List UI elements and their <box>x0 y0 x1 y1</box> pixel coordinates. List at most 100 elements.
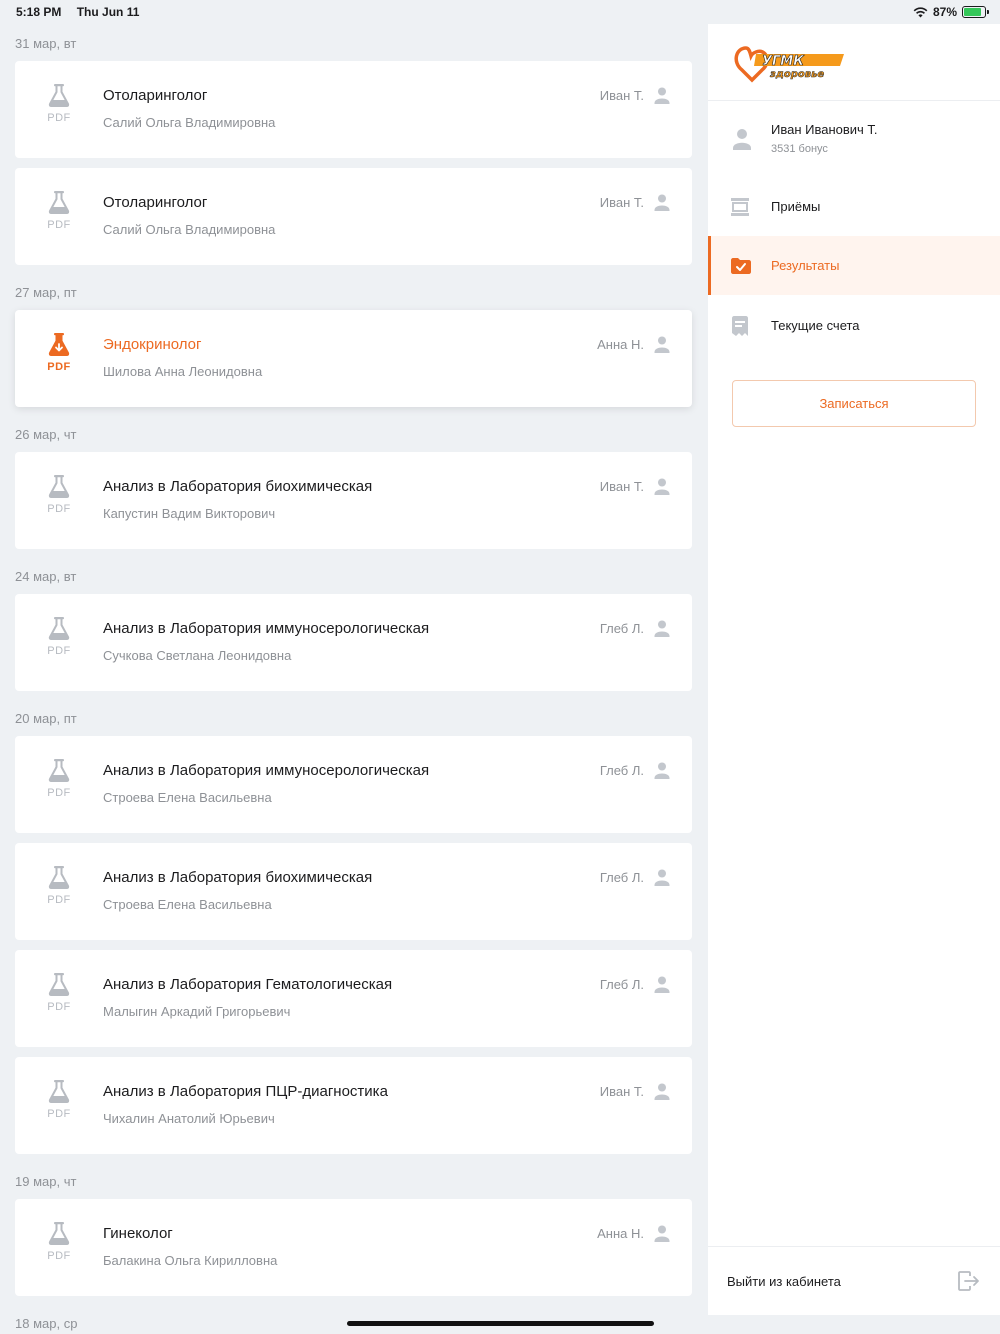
result-patient: Иван Т. <box>600 1083 670 1100</box>
flask-icon <box>48 333 70 356</box>
result-title: Анализ в Лаборатория Гематологическая <box>103 976 393 993</box>
result-card[interactable]: PDF Гинеколог Балакина Ольга Кирилловна Анн… <box>15 1199 692 1296</box>
pdf-download[interactable]: PDF <box>45 758 73 799</box>
menu-item-results[interactable]: Результаты <box>708 236 1000 295</box>
flask-icon <box>48 84 70 107</box>
result-patient: Глеб Л. <box>600 762 670 779</box>
person-icon <box>654 87 670 104</box>
person-icon <box>654 478 670 495</box>
folder-check-icon <box>731 257 751 274</box>
battery-fill <box>964 8 982 16</box>
logout-icon[interactable] <box>958 1271 980 1291</box>
logout-label: Выйти из кабинета <box>727 1273 841 1289</box>
menu-item-bills[interactable]: Текущие счета <box>708 296 1000 355</box>
person-icon <box>654 194 670 211</box>
date-header: 26 мар, чт <box>15 427 77 442</box>
pdf-label: PDF <box>47 1001 71 1013</box>
result-card[interactable]: PDF Эндокринолог Шилова Анна Леонидовна Анн… <box>15 310 692 407</box>
result-doctor: Балакина Ольга Кирилловна <box>103 1253 278 1268</box>
result-patient: Анна Н. <box>597 336 670 353</box>
result-patient: Глеб Л. <box>600 620 670 637</box>
result-title: Гинеколог <box>103 1225 173 1242</box>
patient-name: Анна Н. <box>597 337 644 352</box>
result-patient: Иван Т. <box>600 194 670 211</box>
person-icon <box>654 336 670 353</box>
battery-icon <box>962 6 989 18</box>
result-card[interactable]: PDF Анализ в Лаборатория ПЦР-диагностика Ч… <box>15 1057 692 1154</box>
pdf-download[interactable]: PDF <box>45 616 73 657</box>
pdf-download[interactable]: PDF <box>45 474 73 515</box>
patient-name: Анна Н. <box>597 1226 644 1241</box>
flask-icon <box>48 1222 70 1245</box>
patient-name: Иван Т. <box>599 479 644 494</box>
person-icon <box>654 1225 670 1242</box>
result-doctor: Малыгин Аркадий Григорьевич <box>103 1004 291 1019</box>
appointments-icon <box>730 197 749 216</box>
pdf-label: PDF <box>47 219 71 231</box>
pdf-download[interactable]: PDF <box>45 190 73 231</box>
result-doctor: Сучкова Светлана Леонидовна <box>103 648 292 663</box>
result-title: Отоларинголог <box>103 87 208 104</box>
date-header: 24 мар, вт <box>15 569 77 584</box>
pdf-download[interactable]: PDF <box>45 1221 73 1262</box>
date-header: 20 мар, пт <box>15 711 77 726</box>
person-icon <box>654 976 670 993</box>
patient-name: Глеб Л. <box>599 763 644 778</box>
pdf-download[interactable]: PDF <box>45 972 73 1013</box>
result-title: Анализ в Лаборатория иммуносерологическа… <box>103 762 430 779</box>
pdf-download[interactable]: PDF <box>45 83 73 124</box>
patient-name: Глеб Л. <box>599 621 644 636</box>
result-doctor: Салий Ольга Владимировна <box>103 222 276 237</box>
pdf-download[interactable]: PDF <box>45 865 73 906</box>
patient-name: Глеб Л. <box>599 870 644 885</box>
menu-label-bills: Текущие счета <box>771 318 860 333</box>
result-doctor: Строева Елена Васильевна <box>103 790 272 805</box>
result-title: Анализ в Лаборатория иммуносерологическа… <box>103 620 430 637</box>
result-title: Анализ в Лаборатория биохимическая <box>103 869 373 886</box>
battery-percent: 87% <box>932 5 957 19</box>
result-title: Анализ в Лаборатория ПЦР-диагностика <box>103 1083 388 1100</box>
result-card[interactable]: PDF Отоларинголог Салий Ольга Владимировна… <box>15 61 692 158</box>
flask-icon <box>48 759 70 782</box>
result-card[interactable]: PDF Анализ в Лаборатория иммуносерологиче… <box>15 736 692 833</box>
status-date: Thu Jun 11 <box>76 5 140 19</box>
pdf-label: PDF <box>47 1250 71 1262</box>
patient-name: Иван Т. <box>599 88 644 103</box>
results-list[interactable]: 31 мар, вт PDF Отоларинголог Салий Ольга Вл… <box>0 24 708 1334</box>
patient-name: Иван Т. <box>599 195 644 210</box>
result-card[interactable]: PDF Анализ в Лаборатория иммуносерологиче… <box>15 594 692 691</box>
result-doctor: Шилова Анна Леонидовна <box>103 364 263 379</box>
person-icon <box>654 620 670 637</box>
date-header: 31 мар, вт <box>15 36 77 51</box>
status-bar: 5:18 PM Thu Jun 11 87% <box>0 0 1000 24</box>
menu-item-appointments[interactable]: Приёмы <box>708 177 1000 236</box>
pdf-download[interactable]: PDF <box>45 1079 73 1120</box>
flask-icon <box>48 617 70 640</box>
logout-row[interactable]: Выйти из кабинета <box>708 1246 1000 1315</box>
menu-label-appointments: Приёмы <box>771 199 821 214</box>
result-card[interactable]: PDF Анализ в Лаборатория биохимическая Стр… <box>15 843 692 940</box>
result-card[interactable]: PDF Анализ в Лаборатория биохимическая Кап… <box>15 452 692 549</box>
result-patient: Анна Н. <box>597 1225 670 1242</box>
user-profile[interactable]: Иван Иванович Т. 3531 бонус <box>708 118 1000 162</box>
result-card[interactable]: PDF Отоларинголог Салий Ольга Владимировна… <box>15 168 692 265</box>
result-doctor: Салий Ольга Владимировна <box>103 115 276 130</box>
result-patient: Иван Т. <box>600 478 670 495</box>
sidebar-divider <box>708 100 1000 101</box>
flask-icon <box>48 191 70 214</box>
pdf-label: PDF <box>47 361 71 373</box>
result-doctor: Строева Елена Васильевна <box>103 897 272 912</box>
logo-text-bottom: здоровье <box>769 69 824 80</box>
user-name: Иван Иванович Т. <box>771 122 878 137</box>
patient-name: Иван Т. <box>599 1084 644 1099</box>
date-header: 19 мар, чт <box>15 1174 77 1189</box>
result-title: Анализ в Лаборатория биохимическая <box>103 478 373 495</box>
wifi-icon <box>913 6 928 17</box>
result-doctor: Капустин Вадим Викторович <box>103 506 276 521</box>
pdf-download[interactable]: PDF <box>45 332 73 373</box>
person-icon <box>654 1083 670 1100</box>
result-card[interactable]: PDF Анализ в Лаборатория Гематологическая… <box>15 950 692 1047</box>
book-appointment-button[interactable]: Записаться <box>732 380 976 427</box>
home-indicator <box>347 1321 654 1326</box>
flask-icon <box>48 866 70 889</box>
